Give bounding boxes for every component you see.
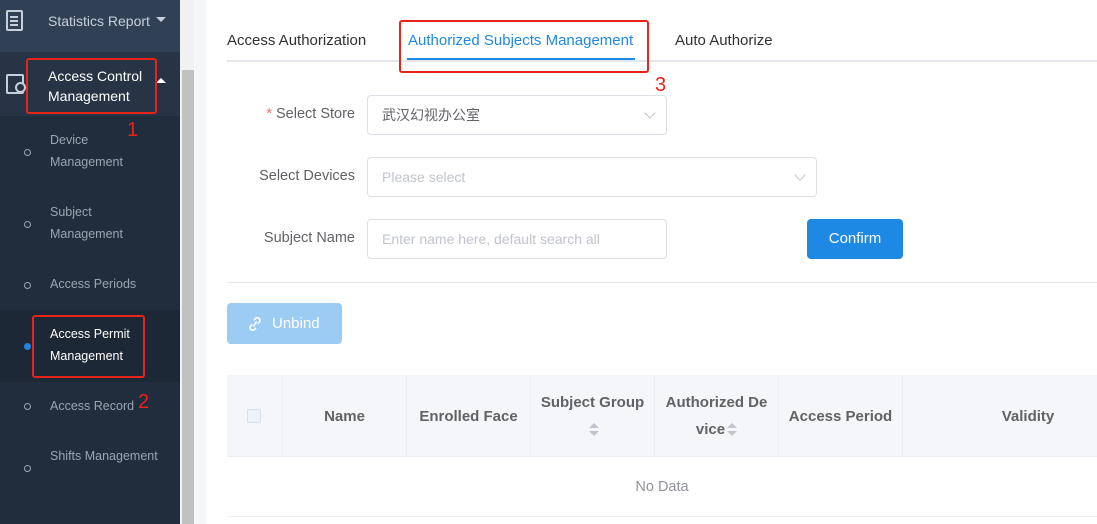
section-divider bbox=[227, 282, 1097, 283]
sort-icon[interactable] bbox=[588, 423, 599, 437]
bullet-icon bbox=[24, 149, 31, 156]
caret-down-icon bbox=[156, 17, 166, 22]
sidebar-item-label: Statistics Report bbox=[48, 13, 150, 29]
annotation-box-2 bbox=[32, 315, 145, 378]
tab-bar: Access Authorization Authorized Subjects… bbox=[227, 22, 1097, 62]
annotation-number-1: 1 bbox=[127, 119, 139, 141]
bullet-icon bbox=[24, 282, 31, 289]
sidebar-subitem-shifts-management[interactable]: Shifts Management bbox=[0, 432, 180, 524]
select-devices-dropdown[interactable]: Please select bbox=[367, 157, 817, 197]
active-bullet-icon bbox=[24, 343, 31, 350]
sidebar-subitem-label: Access Periods bbox=[50, 277, 137, 291]
annotation-number-2: 2 bbox=[138, 391, 150, 413]
tab-access-authorization[interactable]: Access Authorization bbox=[227, 32, 366, 49]
column-header-label: Name bbox=[324, 407, 365, 425]
select-store-dropdown[interactable]: 武汉幻视办公室 bbox=[367, 95, 667, 135]
link-icon bbox=[249, 317, 261, 331]
tab-auto-authorize[interactable]: Auto Authorize bbox=[675, 32, 773, 49]
chevron-down-icon bbox=[794, 169, 806, 181]
table-header: Name Enrolled Face Subject Group Authori… bbox=[227, 375, 1097, 457]
confirm-button[interactable]: Confirm bbox=[807, 219, 903, 259]
annotation-box-1 bbox=[26, 58, 157, 114]
select-all-checkbox[interactable] bbox=[247, 409, 261, 423]
caret-up-icon bbox=[156, 78, 166, 83]
sidebar-item-statistics-report[interactable]: Statistics Report bbox=[0, 0, 180, 52]
bullet-icon bbox=[24, 221, 31, 228]
select-store-label: * Select Store bbox=[225, 106, 355, 122]
table-empty-state: No Data bbox=[227, 457, 1097, 517]
sidebar-subitem-label: Shifts Management bbox=[50, 449, 158, 463]
column-header-authorized-device[interactable]: Authorized De vice bbox=[654, 375, 778, 457]
column-header-label: Validity bbox=[1001, 407, 1055, 425]
column-header-enrolled-face[interactable]: Enrolled Face bbox=[406, 375, 530, 457]
column-header-label: Access Period bbox=[788, 407, 893, 425]
select-devices-label: Select Devices bbox=[259, 168, 355, 184]
sidebar-subitem-device-management[interactable]: Device Management bbox=[0, 116, 180, 188]
bullet-icon bbox=[24, 403, 31, 410]
sidebar-subitem-label: Device Management bbox=[50, 133, 123, 169]
column-header-name[interactable]: Name bbox=[282, 375, 406, 457]
column-header-validity[interactable]: Validity bbox=[902, 375, 1097, 457]
select-store-label-text: Select Store bbox=[276, 106, 355, 122]
sidebar-subitem-subject-management[interactable]: Subject Management bbox=[0, 188, 180, 260]
subject-name-input[interactable]: Enter name here, default search all bbox=[367, 219, 667, 259]
annotation-number-3: 3 bbox=[655, 74, 667, 96]
app-root: Statistics Report Access Control Managem… bbox=[0, 0, 1097, 524]
unbind-button[interactable]: Unbind bbox=[227, 303, 342, 344]
sort-icon[interactable] bbox=[727, 423, 738, 437]
id-card-icon bbox=[6, 74, 26, 94]
annotation-box-3 bbox=[399, 20, 649, 73]
column-header-label: Enrolled Face bbox=[419, 407, 518, 425]
column-header-access-period[interactable]: Access Period bbox=[778, 375, 902, 457]
report-icon bbox=[6, 10, 23, 31]
sidebar-subitem-access-periods[interactable]: Access Periods bbox=[0, 260, 180, 310]
content-gutter bbox=[194, 0, 206, 524]
sidebar-subitem-access-record[interactable]: Access Record bbox=[0, 382, 180, 432]
sidebar-subitem-label: Subject Management bbox=[50, 205, 123, 241]
select-all-cell bbox=[227, 375, 282, 457]
column-header-label-wrap: vice bbox=[695, 421, 726, 438]
column-header-subject-group[interactable]: Subject Group bbox=[530, 375, 654, 457]
select-store-value: 武汉幻视办公室 bbox=[382, 107, 480, 123]
column-header-label: Subject Group bbox=[540, 394, 645, 411]
column-header-label: Authorized De bbox=[665, 394, 768, 411]
sidebar-scrollbar-thumb[interactable] bbox=[182, 70, 194, 524]
unbind-label: Unbind bbox=[272, 315, 320, 332]
chevron-down-icon bbox=[644, 107, 656, 119]
subject-name-label: Subject Name bbox=[263, 230, 355, 246]
required-asterisk: * bbox=[266, 106, 272, 122]
bullet-icon bbox=[24, 465, 31, 472]
select-devices-placeholder: Please select bbox=[382, 169, 466, 185]
subject-name-placeholder: Enter name here, default search all bbox=[382, 231, 600, 247]
